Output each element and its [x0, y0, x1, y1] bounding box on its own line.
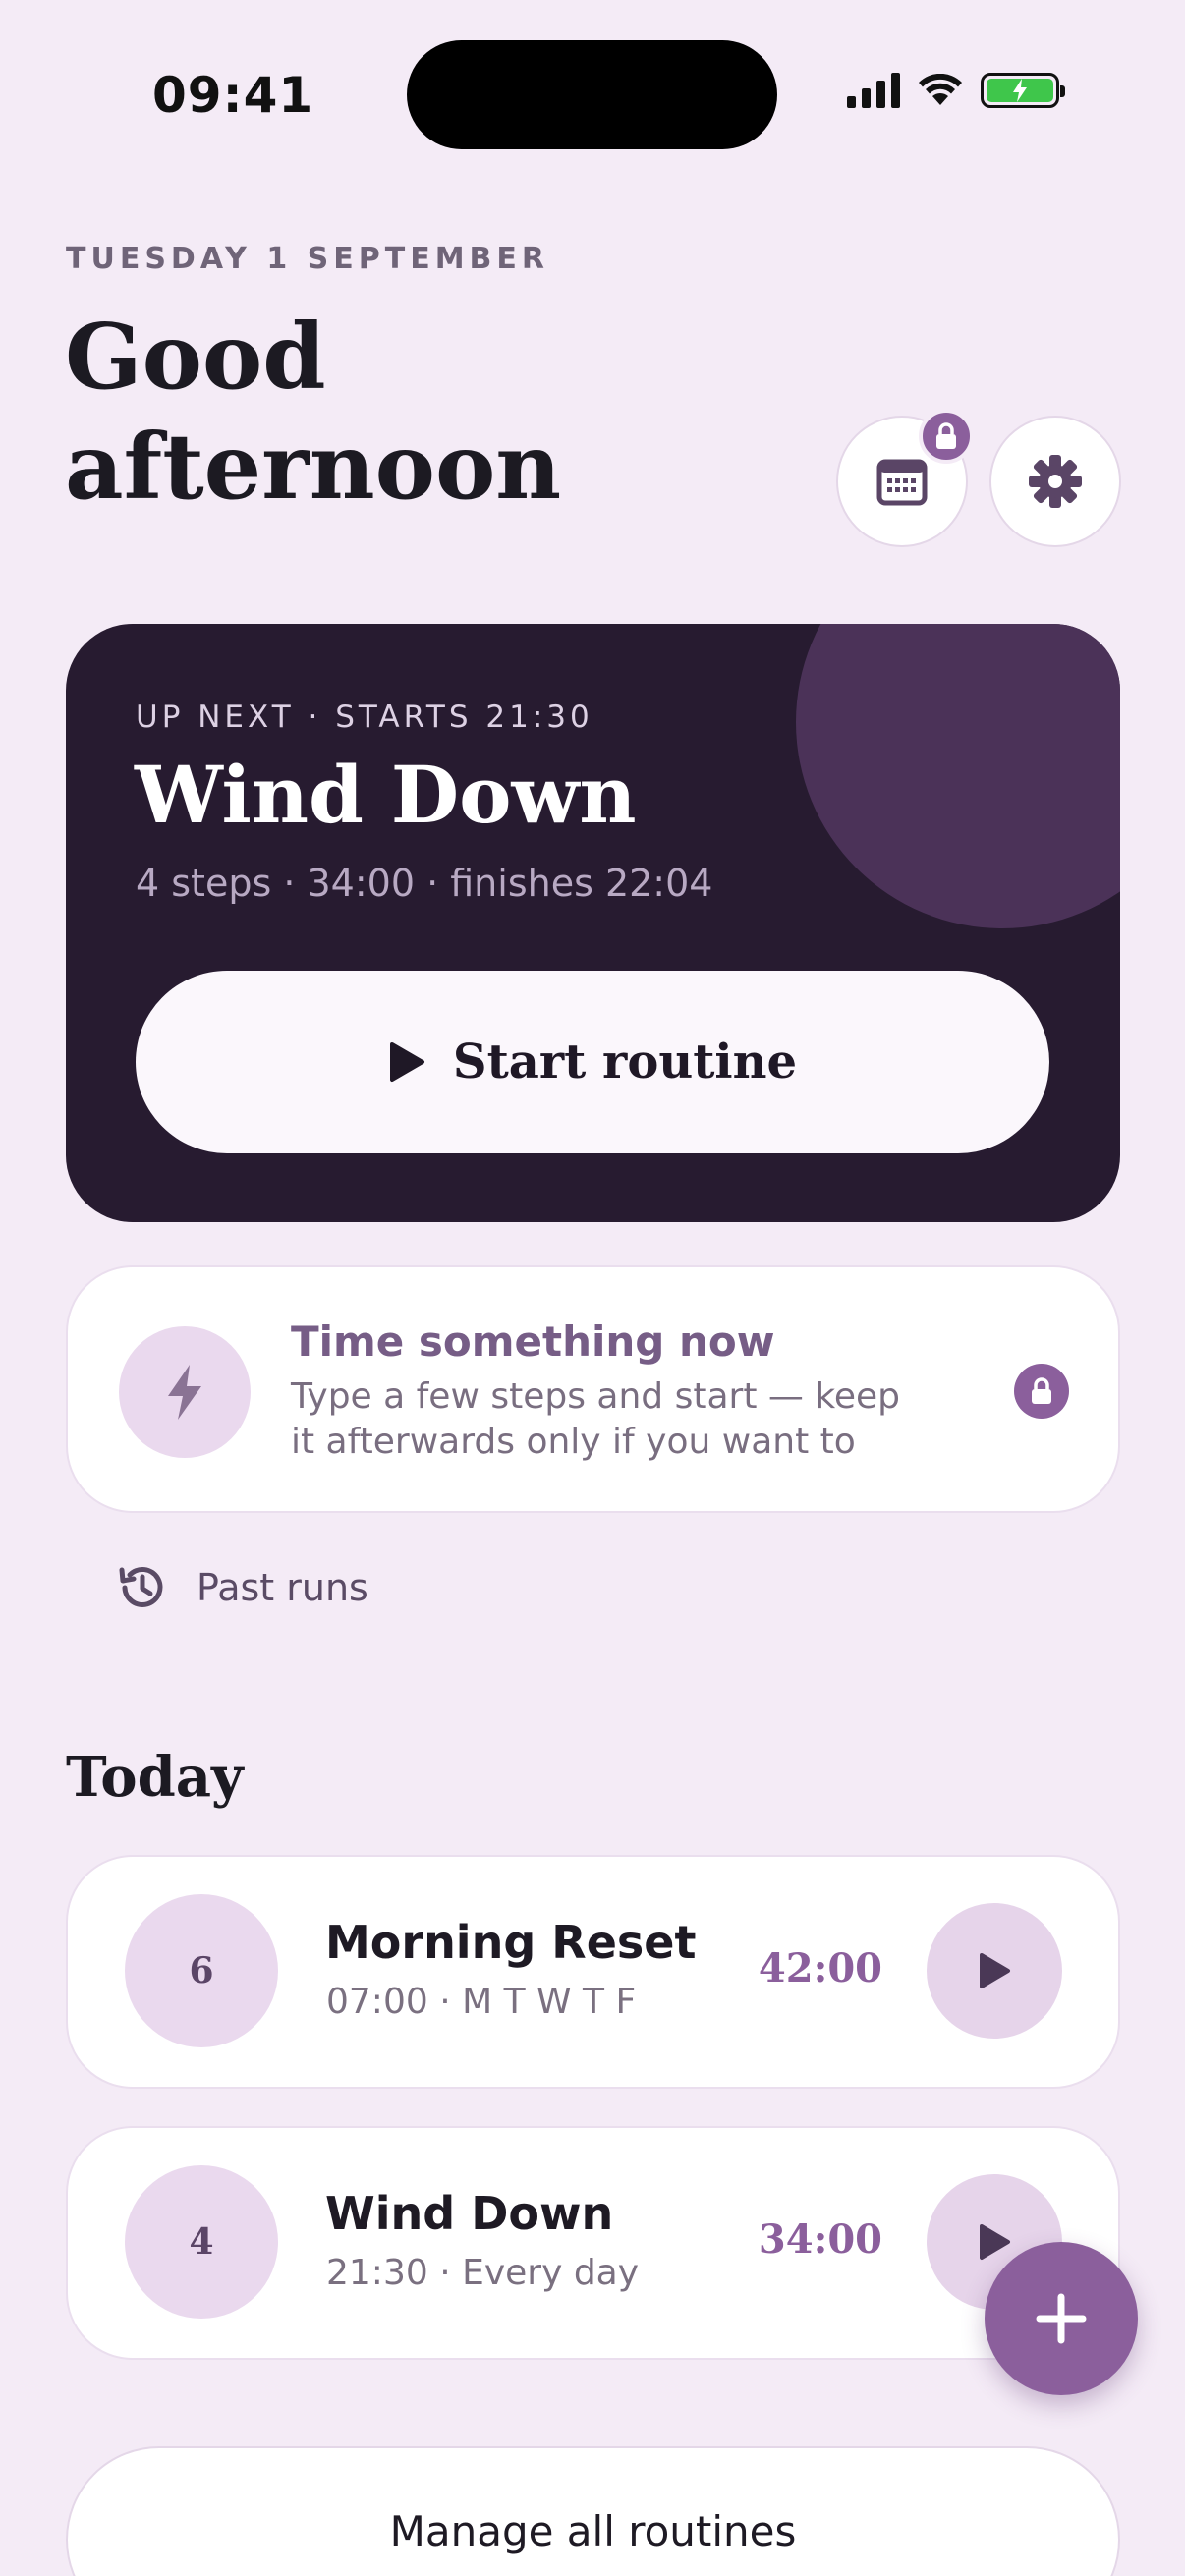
history-icon — [119, 1566, 163, 1607]
play-icon — [389, 1042, 424, 1082]
routine-name: Wind Down — [325, 2187, 614, 2240]
gear-icon — [1029, 455, 1082, 508]
routine-step-count: 4 — [125, 2165, 278, 2319]
routine-schedule: 21:30 · Every day — [326, 2253, 640, 2293]
plus-icon — [1036, 2293, 1087, 2344]
past-runs-label: Past runs — [197, 1566, 368, 1609]
status-icons — [847, 73, 1065, 108]
play-icon — [980, 2224, 1010, 2260]
up-next-card: UP NEXT · STARTS 21:30 Wind Down 4 steps… — [66, 624, 1120, 1222]
routine-card[interactable]: 4 Wind Down 21:30 · Every day 34:00 — [66, 2126, 1120, 2360]
today-heading: Today — [66, 1745, 244, 1810]
manage-routines-label: Manage all routines — [389, 2507, 797, 2555]
quick-timer-card[interactable]: Time something now Type a few steps and … — [66, 1265, 1120, 1513]
lock-icon — [936, 422, 956, 449]
routine-step-count: 6 — [125, 1894, 278, 2047]
routine-card[interactable]: 6 Morning Reset 07:00 · M T W T F 42:00 — [66, 1855, 1120, 2089]
quick-timer-description: Type a few steps and start — keep it aft… — [291, 1376, 901, 1462]
battery-charging-icon — [981, 73, 1065, 108]
play-icon — [980, 1953, 1010, 1988]
quick-timer-lock-badge — [1014, 1364, 1069, 1419]
routine-schedule: 07:00 · M T W T F — [326, 1982, 637, 2022]
up-next-label: UP NEXT · STARTS 21:30 — [136, 700, 593, 735]
start-routine-button[interactable]: Start routine — [136, 971, 1049, 1153]
calendar-lock-badge — [919, 409, 974, 464]
greeting-title: Good afternoon — [65, 304, 562, 520]
manage-routines-button[interactable]: Manage all routines — [66, 2446, 1120, 2576]
lightning-icon — [168, 1365, 201, 1420]
status-time: 09:41 — [152, 67, 314, 124]
calendar-icon — [876, 459, 928, 506]
up-next-title: Wind Down — [135, 749, 637, 841]
start-routine-label: Start routine — [452, 1035, 798, 1090]
settings-button[interactable] — [989, 416, 1121, 547]
quick-timer-title: Time something now — [291, 1317, 775, 1366]
date-label: TUESDAY 1 SEPTEMBER — [66, 242, 550, 276]
past-runs-link[interactable]: Past runs — [116, 1560, 368, 1615]
add-routine-button[interactable] — [985, 2242, 1138, 2395]
cellular-signal-icon — [847, 73, 900, 108]
lock-icon — [1032, 1377, 1051, 1404]
decorative-circle — [796, 624, 1120, 928]
dynamic-island — [407, 40, 777, 149]
routine-duration: 34:00 — [758, 2216, 882, 2263]
routine-duration: 42:00 — [758, 1945, 882, 1991]
wifi-icon — [919, 74, 962, 105]
routine-play-button[interactable] — [927, 1903, 1062, 2039]
up-next-meta: 4 steps · 34:00 · finishes 22:04 — [136, 862, 713, 905]
quick-timer-icon-circle — [119, 1326, 251, 1458]
routine-name: Morning Reset — [325, 1916, 697, 1969]
